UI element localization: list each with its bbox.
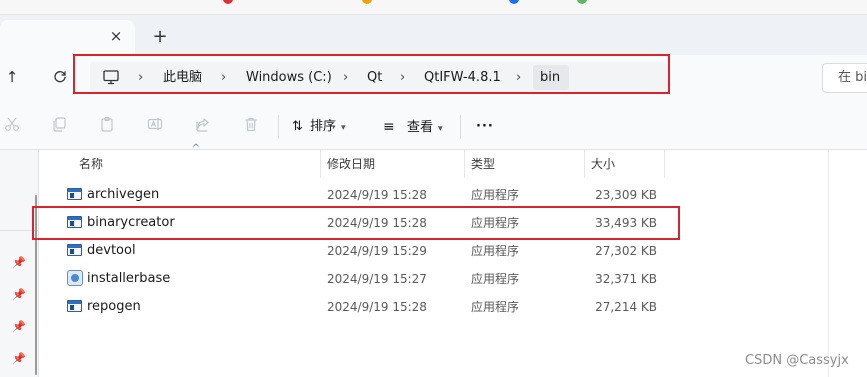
paste-icon[interactable] <box>97 116 117 136</box>
sort-ascending-icon: ^ <box>191 143 201 154</box>
refresh-icon[interactable] <box>50 67 70 87</box>
file-type: 应用程序 <box>471 272 520 286</box>
file-type: 应用程序 <box>471 300 520 314</box>
installer-icon <box>67 270 83 286</box>
application-icon <box>67 244 82 256</box>
pin-icon[interactable]: 📌 <box>12 256 26 270</box>
column-divider[interactable] <box>584 150 585 178</box>
address-highlight-box <box>73 54 670 94</box>
application-icon <box>67 300 82 312</box>
file-date: 2024/9/19 15:29 <box>327 244 427 258</box>
table-row[interactable]: devtool 2024/9/19 15:29 应用程序 27,302 KB <box>48 237 828 265</box>
sort-button[interactable]: ⇅ 排序 ▾ <box>292 116 346 138</box>
file-size: 27,214 KB <box>595 300 657 314</box>
tab-favicon-blue <box>509 0 519 4</box>
row-highlight-box <box>32 206 680 240</box>
tab-favicon-green <box>577 0 587 4</box>
sort-button-label: 排序 <box>310 119 337 134</box>
application-icon <box>67 188 82 200</box>
column-header-type[interactable]: 类型 <box>471 154 495 174</box>
watermark: CSDN @Cassyjx <box>745 353 849 368</box>
file-type: 应用程序 <box>471 244 520 258</box>
column-header-date[interactable]: 修改日期 <box>327 154 375 174</box>
tab-close-button[interactable]: × <box>106 26 126 46</box>
view-button-label: 查看 <box>407 120 434 135</box>
file-date: 2024/9/19 15:28 <box>327 300 427 314</box>
pin-icon[interactable]: 📌 <box>12 352 26 366</box>
arrow-up-icon[interactable]: ↑ <box>2 67 22 87</box>
table-row[interactable]: installerbase 2024/9/19 15:27 应用程序 32,37… <box>48 265 828 293</box>
column-header-name[interactable]: 名称 <box>79 154 103 174</box>
copy-icon[interactable] <box>49 116 69 136</box>
file-size: 27,302 KB <box>595 244 657 258</box>
search-placeholder: 在 bi <box>838 70 867 85</box>
file-size: 23,309 KB <box>595 188 657 202</box>
more-options-button[interactable]: ··· <box>476 116 494 138</box>
cut-icon[interactable] <box>2 116 22 136</box>
column-divider[interactable] <box>464 150 465 178</box>
file-type: 应用程序 <box>471 188 520 202</box>
pin-icon[interactable]: 📌 <box>12 288 26 302</box>
view-icon: ≡ <box>383 119 395 135</box>
tab-favicon-red <box>223 0 233 4</box>
share-icon[interactable] <box>193 116 213 136</box>
column-divider[interactable] <box>664 150 665 178</box>
chevron-down-icon: ▾ <box>438 124 443 134</box>
file-date: 2024/9/19 15:27 <box>327 272 427 286</box>
table-row[interactable]: archivegen 2024/9/19 15:28 应用程序 23,309 K… <box>48 181 828 209</box>
file-name: devtool <box>87 243 136 258</box>
pin-icon[interactable]: 📌 <box>12 320 26 334</box>
file-size: 32,371 KB <box>595 272 657 286</box>
new-tab-button[interactable]: + <box>150 27 170 47</box>
table-row[interactable]: repogen 2024/9/19 15:28 应用程序 27,214 KB <box>48 293 828 321</box>
sort-icon: ⇅ <box>292 119 303 134</box>
browser-tab-strip <box>0 0 867 15</box>
column-header-size[interactable]: 大小 <box>591 154 615 174</box>
chevron-down-icon: ▾ <box>341 123 346 133</box>
nav-pane-border <box>38 150 39 377</box>
toolbar-divider <box>460 115 461 139</box>
rename-icon[interactable] <box>145 116 165 136</box>
column-divider[interactable] <box>320 150 321 178</box>
toolbar-divider <box>278 115 279 139</box>
tab-favicon-orange <box>362 0 372 4</box>
file-name: archivegen <box>87 187 160 202</box>
file-name: installerbase <box>87 271 171 286</box>
file-date: 2024/9/19 15:28 <box>327 188 427 202</box>
view-button[interactable]: ≡ 查看 ▾ <box>383 116 443 138</box>
delete-icon[interactable] <box>241 116 261 136</box>
file-name: repogen <box>87 299 141 314</box>
details-pane-divider <box>828 150 829 377</box>
